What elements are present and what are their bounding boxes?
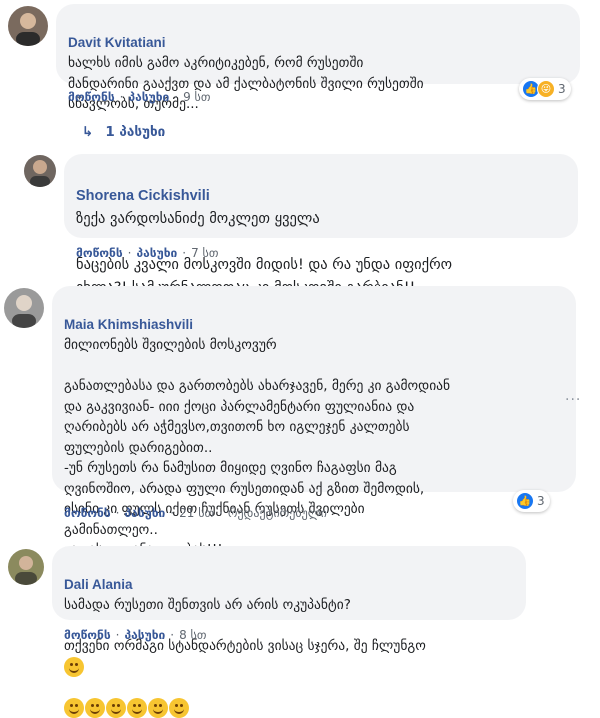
more-options-icon[interactable]: ···: [565, 392, 581, 408]
comment-text: მილიონებს შვილების მოსკოვურ: [64, 337, 277, 353]
timestamp[interactable]: 21 სთ: [179, 506, 214, 520]
comment-actions: მოწონს · პასუხი · 9 სთ: [68, 90, 211, 104]
reply-button[interactable]: პასუხი: [136, 246, 177, 260]
comment-text-cont: განათლებასა და გართობებს ახარჯავენ, მერე…: [64, 378, 451, 558]
like-button[interactable]: მოწონს: [64, 628, 111, 642]
comment-text: სამადა რუსეთი შენთვის არ არის ოკუპანტი?: [64, 597, 351, 613]
laughing-tears-emoji-icon: [64, 656, 84, 677]
smile-emoji-icon: [64, 697, 84, 718]
timestamp[interactable]: 7 სთ: [191, 246, 218, 260]
comment-actions: მოწონს · პასუხი · 21 სთ · რედაქტირებული: [64, 506, 327, 520]
comment-bubble: Davit Kvitatiani ხალხს იმის გამო აკრიტიკ…: [56, 4, 580, 112]
like-button[interactable]: მოწონს: [68, 90, 115, 104]
reply-button[interactable]: პასუხი: [124, 628, 165, 642]
like-button[interactable]: მოწონს: [76, 246, 123, 260]
reply-button[interactable]: პასუხი: [128, 90, 169, 104]
comment-text: ზექა ვარდოსანიძე მოკლეთ ყველა: [76, 211, 320, 227]
avatar[interactable]: [24, 155, 56, 187]
comment-author[interactable]: Shorena Cickishvili: [76, 188, 210, 204]
avatar-photo: [30, 160, 50, 187]
reply-arrow-icon: ↳: [82, 124, 94, 140]
laughing-tears-emoji-icon: [106, 697, 126, 718]
smile-emoji-icon: [169, 697, 189, 718]
avatar[interactable]: [8, 549, 44, 585]
reaction-count: 3: [537, 494, 545, 508]
timestamp[interactable]: 8 სთ: [179, 628, 206, 642]
avatar-photo: [15, 556, 37, 585]
timestamp[interactable]: 9 სთ: [183, 90, 210, 104]
edited-label[interactable]: რედაქტირებული: [228, 506, 327, 520]
avatar-photo: [16, 13, 40, 46]
reaction-count: 3: [558, 82, 566, 96]
comment-bubble: Dali Alania სამადა რუსეთი შენთვის არ არი…: [52, 546, 526, 718]
comment-actions: მოწონს · პასუხი · 7 სთ: [76, 246, 219, 260]
reactions-summary[interactable]: 👍 3: [513, 490, 550, 512]
avatar-photo: [12, 295, 36, 328]
like-reaction-icon: 👍: [516, 492, 534, 510]
view-replies-link[interactable]: ↳ 1 პასუხი: [82, 124, 165, 140]
avatar[interactable]: [4, 288, 44, 328]
comment-author[interactable]: Dali Alania: [64, 577, 133, 592]
comment-actions: მოწონს · პასუხი · 8 სთ: [64, 628, 207, 642]
reactions-summary[interactable]: 👍 😜 3: [519, 78, 571, 100]
comment-bubble: Shorena Cickishvili ზექა ვარდოსანიძე მოკ…: [64, 154, 578, 296]
comment-author[interactable]: Maia Khimshiashvili: [64, 317, 193, 332]
reply-button[interactable]: პასუხი: [124, 506, 165, 520]
haha-reaction-icon: 😜: [537, 80, 555, 98]
smile-emoji-icon: [85, 697, 105, 718]
like-button[interactable]: მოწონს: [64, 506, 111, 520]
replies-count-label: 1 პასუხი: [105, 124, 166, 140]
comment-author[interactable]: Davit Kvitatiani: [68, 35, 166, 50]
comment-bubble: Maia Khimshiashvili მილიონებს შვილების მ…: [52, 286, 576, 558]
avatar[interactable]: [8, 6, 48, 46]
smile-emoji-icon: [148, 697, 168, 718]
laughing-tears-emoji-icon: [127, 697, 147, 718]
